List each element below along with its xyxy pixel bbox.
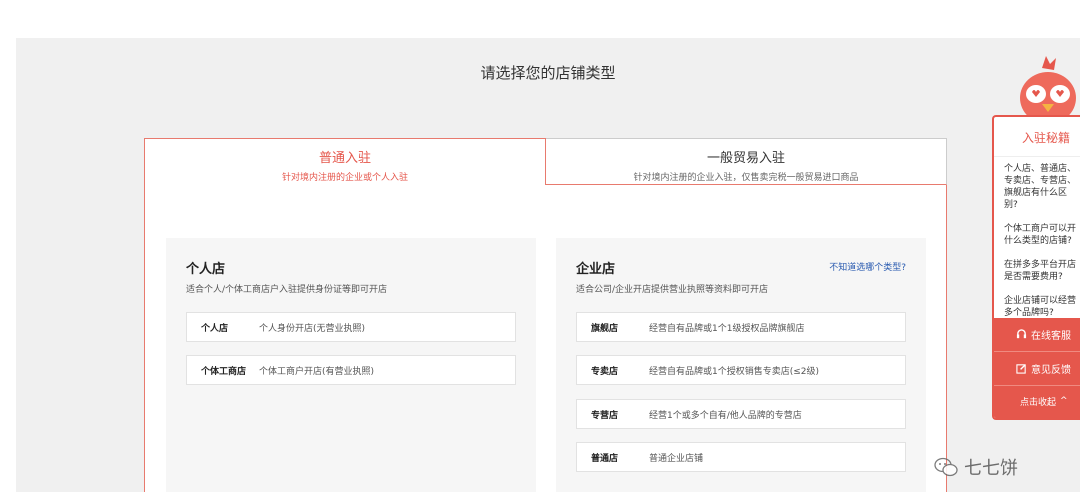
sidebar-footer: 在线客服 意见反馈 点击收起 ^ xyxy=(994,318,1080,418)
enterprise-store-card: 企业店 适合公司/企业开店提供营业执照等资料即可开店 不知道选哪个类型? 旗舰店… xyxy=(556,238,926,492)
faq-line: 企业店铺可以经营 xyxy=(1004,296,1077,306)
faq-line: 专卖店、专营店、 xyxy=(1004,176,1077,186)
faq-fees[interactable]: 在拼多多平台开店 是否需要费用? xyxy=(994,253,1080,289)
headset-icon xyxy=(1016,329,1027,339)
edit-icon xyxy=(1016,364,1026,374)
enterprise-store-desc: 适合公司/企业开店提供营业执照等资料即可开店 xyxy=(576,285,769,295)
feedback-label: 意见反馈 xyxy=(1031,365,1071,376)
faq-individual-business[interactable]: 个体工商户可以开 什么类型的店铺? xyxy=(994,217,1080,253)
tab-general-trade-label: 一般贸易入驻 xyxy=(706,151,785,166)
option-name: 个人店 xyxy=(201,323,229,334)
help-link[interactable]: 不知道选哪个类型? xyxy=(829,260,906,273)
tab-general-trade-entry[interactable]: 一般贸易入驻 针对境内注册的企业入驻，仅售卖完税一般贸易进口商品 xyxy=(546,138,947,185)
online-service-button[interactable]: 在线客服 xyxy=(994,318,1080,352)
collapse-button[interactable]: 点击收起 ^ xyxy=(994,386,1080,416)
tab-general-trade-sub: 针对境内注册的企业入驻，仅售卖完税一般贸易进口商品 xyxy=(633,173,859,183)
option-individual-business[interactable]: 个体工商店 个体工商户开店(有营业执照) xyxy=(186,355,516,385)
option-info: 经营1个或多个自有/他人品牌的专营店 xyxy=(649,410,802,421)
option-name: 个体工商店 xyxy=(201,366,247,377)
faq-line: 个人店、普通店、 xyxy=(1004,164,1077,174)
option-personal[interactable]: 个人店 个人身份开店(无营业执照) xyxy=(186,312,516,342)
option-name: 普通店 xyxy=(591,453,619,464)
option-info: 个人身份开店(无营业执照) xyxy=(259,323,366,334)
mascot-chick-icon xyxy=(1020,56,1076,124)
page-frame: 请选择您的店铺类型 普通入驻 针对境内注册的企业或个人入驻 一般贸易入驻 针对境… xyxy=(16,38,1080,492)
option-name: 专营店 xyxy=(591,410,619,421)
personal-store-card: 个人店 适合个人/个体工商店户入驻提供身份证等即可开店 个人店 个人身份开店(无… xyxy=(166,238,536,492)
faq-line: 是否需要费用? xyxy=(1004,272,1063,282)
option-info: 经营自有品牌或1个授权销售专卖店(≤2级) xyxy=(649,366,820,377)
tab-normal-label: 普通入驻 xyxy=(318,151,371,166)
option-ordinary[interactable]: 普通店 普通企业店铺 xyxy=(576,442,906,472)
personal-store-title: 个人店 xyxy=(186,262,226,277)
faq-line: 什么类型的店铺? xyxy=(1004,236,1072,246)
chevron-up-icon: ^ xyxy=(1060,396,1068,406)
option-info: 普通企业店铺 xyxy=(649,453,704,464)
faq-line: 在拼多多平台开店 xyxy=(1004,260,1077,270)
entry-tips-sidebar: 入驻秘籍 个人店、普通店、 专卖店、专营店、 旗舰店有什么区 别? 个体工商户可… xyxy=(992,115,1080,420)
sidebar-title: 入驻秘籍 xyxy=(994,117,1080,157)
online-service-label: 在线客服 xyxy=(1031,331,1071,342)
option-specialty[interactable]: 专营店 经营1个或多个自有/他人品牌的专营店 xyxy=(576,399,906,429)
faq-line: 别? xyxy=(1004,200,1018,210)
wechat-icon xyxy=(934,457,958,477)
watermark-text: 七七饼 xyxy=(964,458,1018,479)
personal-store-desc: 适合个人/个体工商店户入驻提供身份证等即可开店 xyxy=(186,285,388,295)
enterprise-store-title: 企业店 xyxy=(576,262,616,277)
option-flagship[interactable]: 旗舰店 经营自有品牌或1个1级授权品牌旗舰店 xyxy=(576,312,906,342)
option-name: 专卖店 xyxy=(591,366,619,377)
faq-store-difference[interactable]: 个人店、普通店、 专卖店、专营店、 旗舰店有什么区 别? xyxy=(994,157,1080,217)
tab-normal-entry[interactable]: 普通入驻 针对境内注册的企业或个人入驻 xyxy=(144,138,546,185)
faq-line: 个体工商户可以开 xyxy=(1004,224,1077,234)
option-info: 经营自有品牌或1个1级授权品牌旗舰店 xyxy=(649,323,805,334)
collapse-label: 点击收起 xyxy=(1020,397,1057,408)
option-exclusive[interactable]: 专卖店 经营自有品牌或1个授权销售专卖店(≤2级) xyxy=(576,355,906,385)
tab-normal-sub: 针对境内注册的企业或个人入驻 xyxy=(281,173,408,183)
option-name: 旗舰店 xyxy=(591,323,619,334)
page-title: 请选择您的店铺类型 xyxy=(480,64,616,82)
faq-line: 旗舰店有什么区 xyxy=(1004,188,1068,198)
option-info: 个体工商户开店(有营业执照) xyxy=(259,366,375,377)
watermark: 七七饼 xyxy=(934,454,1018,480)
feedback-button[interactable]: 意见反馈 xyxy=(994,352,1080,386)
